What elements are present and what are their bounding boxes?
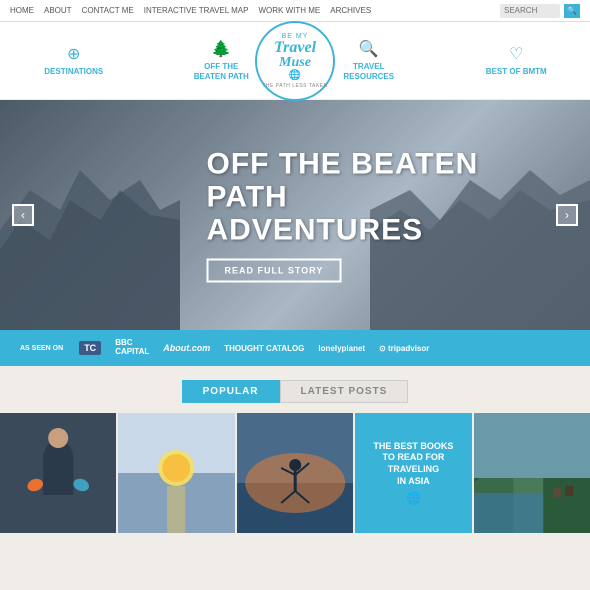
nav-contact[interactable]: CONTACT ME [82, 6, 134, 15]
globe-icon: 🌐 [289, 70, 301, 81]
nav-offbeaten[interactable]: 🌲 OFF THE BEATEN PATH [176, 39, 266, 81]
hero-title-line1: OFF THE BEATEN [207, 148, 479, 181]
nav-resources-label: TRAVEL RESOURCES [343, 62, 394, 81]
top-nav-links: HOME ABOUT CONTACT ME INTERACTIVE TRAVEL… [10, 6, 371, 15]
search-button[interactable]: 🔍 [564, 4, 580, 18]
thumb-coastal-cliffs[interactable] [474, 413, 590, 533]
site-logo[interactable]: BE MY Travel Muse 🌐 THE PATH LESS TAKEN [255, 21, 335, 101]
hero-section: ‹ OFF THE BEATEN PATH ADVENTURES READ FU… [0, 100, 590, 330]
hero-content: OFF THE BEATEN PATH ADVENTURES READ FULL… [207, 148, 502, 283]
about-logo: About.com [163, 343, 210, 353]
nav-home[interactable]: HOME [10, 6, 34, 15]
logo-travel: Travel [274, 40, 316, 56]
bbc-logo: BBC CAPITAL [115, 339, 149, 357]
hero-title-line2: PATH ADVENTURES [207, 181, 424, 247]
thumbnail-grid: THE BEST BOOKS TO READ FOR TRAVELING IN … [0, 413, 590, 533]
nav-map[interactable]: INTERACTIVE TRAVEL MAP [144, 6, 249, 15]
nav-bestof-label: BEST OF BMTM [486, 67, 547, 77]
nav-archives[interactable]: ARCHIVES [330, 6, 371, 15]
nav-resources[interactable]: 🔍 TRAVEL RESOURCES [324, 39, 414, 81]
nav-offbeaten-label: OFF THE BEATEN PATH [194, 62, 249, 81]
hero-prev-button[interactable]: ‹ [12, 204, 34, 226]
books-asia-title: THE BEST BOOKS TO READ FOR TRAVELING IN … [373, 441, 453, 488]
search-area: 🔍 [500, 4, 580, 18]
thought-catalog-logo: THOUGHT CATALOG [224, 344, 304, 353]
nav-about[interactable]: ABOUT [44, 6, 72, 15]
as-seen-on-bar: AS SEEN ON TC BBC CAPITAL About.com THOU… [0, 330, 590, 366]
thumb-yoga-sunset[interactable] [237, 413, 353, 533]
chevron-left-icon: ‹ [21, 208, 25, 222]
chevron-right-icon: › [565, 208, 569, 222]
media-logos-container: TC BBC CAPITAL About.com THOUGHT CATALOG… [79, 339, 570, 357]
logo-circle: BE MY Travel Muse 🌐 THE PATH LESS TAKEN [255, 21, 335, 101]
search-nav-icon: 🔍 [359, 39, 379, 59]
nav-destinations[interactable]: ⊕ DESTINATIONS [29, 44, 119, 77]
tc-logo: TC [79, 341, 101, 355]
as-seen-on-label: AS SEEN ON [20, 345, 63, 352]
logo-subtitle: THE PATH LESS TAKEN [262, 83, 327, 89]
popular-tab[interactable]: POPULAR [182, 380, 280, 403]
logo-muse: Muse [279, 56, 311, 70]
books-asia-card: THE BEST BOOKS TO READ FOR TRAVELING IN … [365, 433, 461, 514]
nav-work[interactable]: WORK WITH ME [258, 6, 320, 15]
search-input[interactable] [500, 4, 560, 18]
heart-icon: ♡ [509, 44, 523, 64]
compass-icon: ⊕ [67, 44, 80, 64]
thumb-sunset-water[interactable] [118, 413, 234, 533]
nav-bestof[interactable]: ♡ BEST OF BMTM [471, 44, 561, 77]
thumb-books-asia[interactable]: THE BEST BOOKS TO READ FOR TRAVELING IN … [355, 413, 471, 533]
content-tabs: POPULAR LATEST POSTS [0, 366, 590, 413]
thumb-woman-mittens[interactable] [0, 413, 116, 533]
tree-icon: 🌲 [211, 39, 231, 59]
globe-card-icon: 🌐 [373, 491, 453, 505]
nav-destinations-label: DESTINATIONS [44, 67, 103, 77]
latest-posts-tab[interactable]: LATEST POSTS [280, 380, 409, 403]
search-icon: 🔍 [567, 6, 577, 15]
tripadvisor-logo: ⊙ tripadvisor [379, 344, 429, 353]
main-navigation: ⊕ DESTINATIONS 🌲 OFF THE BEATEN PATH BE … [0, 22, 590, 100]
lonely-planet-logo: lonelyplanet [318, 344, 365, 353]
hero-title: OFF THE BEATEN PATH ADVENTURES [207, 148, 502, 247]
hero-next-button[interactable]: › [556, 204, 578, 226]
read-full-story-button[interactable]: READ FULL STORY [207, 259, 342, 283]
top-navigation: HOME ABOUT CONTACT ME INTERACTIVE TRAVEL… [0, 0, 590, 22]
